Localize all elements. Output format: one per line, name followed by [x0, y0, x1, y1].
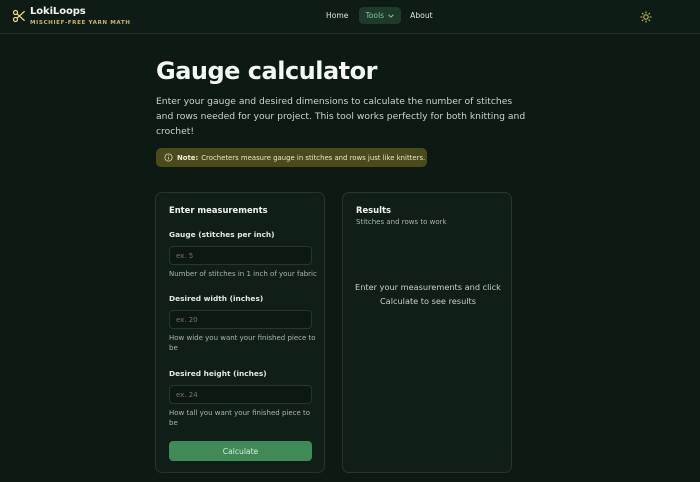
page-intro: Enter your gauge and desired dimensions … — [156, 96, 526, 137]
height-help: How tall you want your finished piece to… — [169, 409, 311, 427]
brand-logo[interactable]: LokiLoops MISCHIEF-FREE YARN MATH — [12, 6, 131, 28]
brand-tagline: MISCHIEF-FREE YARN MATH — [30, 20, 131, 26]
nav-tools-dropdown[interactable]: Tools — [359, 7, 402, 24]
gauge-input[interactable] — [169, 246, 312, 265]
results-card: Results Stitches and rows to work Enter … — [342, 192, 512, 473]
height-input[interactable] — [169, 385, 312, 404]
page-title: Gauge calculator — [156, 57, 377, 85]
nav-home[interactable]: Home — [321, 7, 353, 24]
brand-name: LokiLoops — [30, 6, 86, 17]
measurements-card: Enter measurements Gauge (stitches per i… — [155, 192, 325, 473]
results-title: Results — [356, 205, 391, 215]
gauge-help: Number of stitches in 1 inch of your fab… — [169, 270, 317, 278]
width-help: How wide you want your finished piece to… — [169, 334, 316, 352]
measurements-title: Enter measurements — [169, 205, 268, 215]
width-input[interactable] — [169, 310, 312, 329]
nav-tools-label: Tools — [365, 11, 385, 20]
chevron-down-icon — [388, 13, 394, 18]
scissors-icon — [12, 9, 25, 23]
gauge-label: Gauge (stitches per inch) — [169, 230, 275, 239]
height-label: Desired height (inches) — [169, 369, 267, 378]
results-empty-state: Enter your measurements and click Calcul… — [355, 282, 501, 306]
note-label: Note: — [177, 153, 199, 162]
width-label: Desired width (inches) — [169, 294, 264, 303]
nav-about[interactable]: About — [405, 7, 437, 24]
sun-icon[interactable] — [640, 11, 652, 23]
crochet-note-banner: Note: Crocheters measure gauge in stitch… — [156, 148, 427, 167]
calculate-button[interactable]: Calculate — [169, 441, 312, 461]
results-subtitle: Stitches and rows to work — [356, 218, 447, 226]
info-icon — [164, 153, 173, 162]
top-navbar: LokiLoops MISCHIEF-FREE YARN MATH Home T… — [0, 0, 700, 34]
note-text: Crocheters measure gauge in stitches and… — [201, 153, 426, 162]
